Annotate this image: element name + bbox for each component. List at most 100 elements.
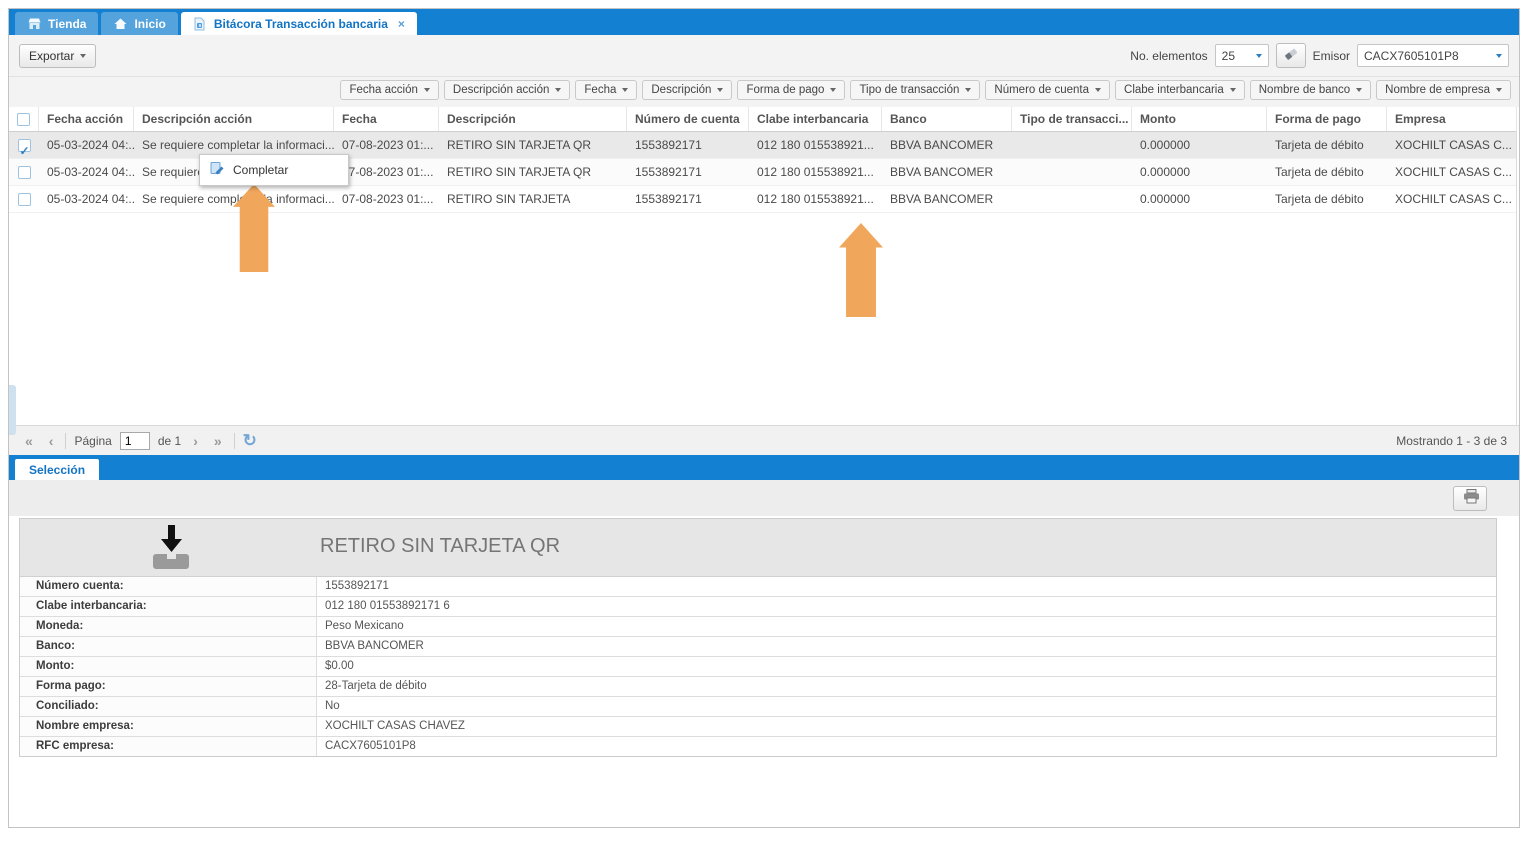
refresh-button[interactable]: ↻ [243,432,257,449]
tab-tienda[interactable]: Tienda [15,12,98,35]
detail-row: Número cuenta: 1553892171 [20,577,1496,597]
detail-row: Forma pago: 28-Tarjeta de débito [20,677,1496,697]
detail-header: RETIRO SIN TARJETA QR [20,519,1496,577]
detail-label: Conciliado: [20,697,317,716]
cell-empresa: XOCHILT CASAS C... [1387,159,1517,185]
detail-value: XOCHILT CASAS CHAVEZ [317,717,1496,736]
print-button[interactable] [1453,486,1487,511]
first-page-button[interactable]: « [21,434,37,448]
filter-button-descripcion[interactable]: Descripción [642,80,732,100]
eraser-icon [1283,47,1299,64]
pagination-bar: « ‹ Página de 1 › » ↻ Mostrando 1 - 3 de… [9,425,1519,455]
cell-fecha-accion: 05-03-2024 04:... [39,132,134,158]
last-page-button[interactable]: » [210,434,226,448]
tab-seleccion[interactable]: Selección [15,459,99,480]
caret-down-icon [1095,88,1101,95]
caret-down-icon [80,54,86,61]
column-header-clabe-interbancaria[interactable]: Clabe interbancaria [749,107,882,131]
caret-down-icon [830,88,836,95]
detail-row: Banco: BBVA BANCOMER [20,637,1496,657]
cell-numero-de-cuenta: 1553892171 [627,159,749,185]
document-icon: s [193,17,208,31]
cell-descripcion: RETIRO SIN TARJETA QR [439,132,627,158]
detail-row: Nombre empresa: XOCHILT CASAS CHAVEZ [20,717,1496,737]
filter-button-nombre-de-banco[interactable]: Nombre de banco [1250,80,1371,100]
cell-empresa: XOCHILT CASAS C... [1387,186,1517,212]
selection-toolbar [9,480,1519,516]
filter-button-descripcion-accion[interactable]: Descripción acción [444,80,571,100]
cell-tipo-de-transaccion [1012,159,1132,185]
column-header-descripcion[interactable]: Descripción [439,107,627,131]
caret-down-icon [424,88,430,95]
detail-row: Clabe interbancaria: 012 180 01553892171… [20,597,1496,617]
no-elementos-select[interactable]: 25 [1215,44,1269,67]
cell-fecha-accion: 05-03-2024 04:... [39,159,134,185]
tab-label: Tienda [48,17,86,31]
toolbar: Exportar No. elementos 25 Emisor CACX760… [9,35,1519,77]
column-header-forma-de-pago[interactable]: Forma de pago [1267,107,1387,131]
detail-row: RFC empresa: CACX7605101P8 [20,737,1496,756]
column-header-banco[interactable]: Banco [882,107,1012,131]
cell-numero-de-cuenta: 1553892171 [627,186,749,212]
detail-label: Banco: [20,637,317,656]
filter-button-tipo-de-transaccion[interactable]: Tipo de transacción [850,80,980,100]
close-tab-icon[interactable]: × [398,19,405,29]
tab-inicio[interactable]: Inicio [101,12,177,35]
filter-button-numero-de-cuenta[interactable]: Número de cuenta [985,80,1110,100]
caret-down-icon [622,88,628,95]
cell-banco: BBVA BANCOMER [882,186,1012,212]
detail-label: Moneda: [20,617,317,636]
detail-value: 28-Tarjeta de débito [317,677,1496,696]
row-checkbox[interactable] [18,193,31,206]
column-header-empresa[interactable]: Empresa [1387,107,1517,131]
filter-button-nombre-de-empresa[interactable]: Nombre de empresa [1376,80,1511,100]
detail-value: No [317,697,1496,716]
prev-page-button[interactable]: ‹ [45,434,58,448]
download-tray-icon [148,523,194,576]
cell-banco: BBVA BANCOMER [882,159,1012,185]
cell-forma-de-pago: Tarjeta de débito [1267,159,1387,185]
page-input[interactable] [120,432,150,450]
row-checkbox[interactable] [18,139,31,152]
tab-label: Bitácora Transacción bancaria [214,17,388,31]
exportar-button[interactable]: Exportar [19,44,96,68]
edit-icon [210,161,225,179]
cell-fecha: 07-08-2023 01:... [334,132,439,158]
column-header-monto[interactable]: Monto [1132,107,1267,131]
cell-monto: 0.000000 [1132,132,1267,158]
filter-button-forma-de-pago[interactable]: Forma de pago [737,80,845,100]
column-header-tipo-de-transaccion[interactable]: Tipo de transacci... [1012,107,1132,131]
column-header-fecha[interactable]: Fecha [334,107,439,131]
detail-value: 1553892171 [317,577,1496,596]
collapse-splitter-handle[interactable] [9,385,16,435]
filter-button-fecha-accion[interactable]: Fecha acción [340,80,438,100]
caret-down-icon [1356,88,1362,95]
detail-value: BBVA BANCOMER [317,637,1496,656]
caret-down-icon [1496,54,1502,61]
row-checkbox[interactable] [18,166,31,179]
column-header-numero-de-cuenta[interactable]: Número de cuenta [627,107,749,131]
emisor-select[interactable]: CACX7605101P8 [1357,44,1509,67]
filter-bar: Fecha acción Descripción acción Fecha De… [9,77,1519,107]
detail-label: Forma pago: [20,677,317,696]
store-icon [27,17,42,31]
filter-button-clabe-interbancaria[interactable]: Clabe interbancaria [1115,80,1245,100]
caret-down-icon [555,88,561,95]
exportar-label: Exportar [29,49,74,63]
select-all-checkbox[interactable] [17,113,30,126]
cell-banco: BBVA BANCOMER [882,132,1012,158]
cell-fecha-accion: 05-03-2024 04:... [39,186,134,212]
cell-numero-de-cuenta: 1553892171 [627,132,749,158]
table-row[interactable]: 05-03-2024 04:... Se requiere completar … [9,186,1516,213]
menu-item-completar[interactable]: Completar [202,157,346,183]
filter-button-fecha[interactable]: Fecha [575,80,637,100]
clear-filter-button[interactable] [1276,43,1306,68]
column-header-descripcion-accion[interactable]: Descripción acción [134,107,334,131]
detail-title: RETIRO SIN TARJETA QR [320,535,560,558]
page-of-label: de 1 [158,434,181,448]
cell-clabe-interbancaria: 012 180 015538921... [749,159,882,185]
detail-value: 012 180 01553892171 6 [317,597,1496,616]
tab-bitacora-transaccion-bancaria[interactable]: s Bitácora Transacción bancaria × [181,12,417,35]
column-header-fecha-accion[interactable]: Fecha acción [39,107,134,131]
next-page-button[interactable]: › [189,434,202,448]
